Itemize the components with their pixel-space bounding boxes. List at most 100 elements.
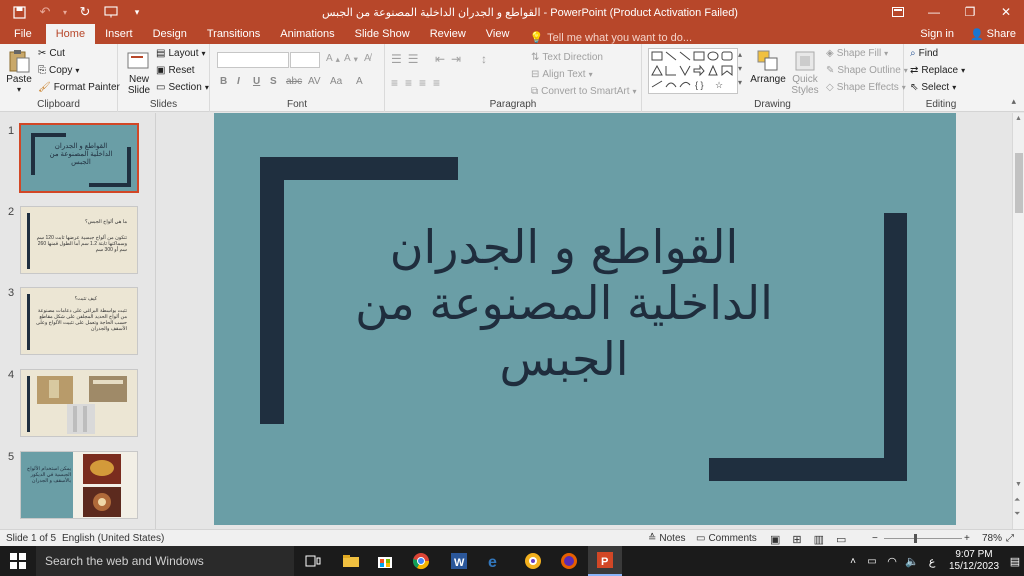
find-button[interactable]: ⌕ Find (910, 48, 938, 59)
notes-button[interactable]: ≙ Notes (648, 533, 686, 544)
customize-qat-icon[interactable]: ▾ (126, 2, 148, 22)
paste-button[interactable]: Paste ▾ (4, 48, 34, 94)
volume-icon[interactable]: 🔈 (902, 555, 922, 568)
zoom-level[interactable]: 78% (982, 533, 1002, 544)
reading-view-icon[interactable]: ▥ (814, 533, 824, 546)
replace-button[interactable]: ⇄ Replace ▾ (910, 65, 965, 76)
fit-slide-icon[interactable]: ⤢ (1006, 533, 1014, 544)
tab-view[interactable]: View (476, 24, 520, 44)
zoom-in-icon[interactable]: + (964, 533, 970, 544)
powerpoint-taskbar-icon[interactable]: P (588, 546, 622, 576)
thumbnail-slide[interactable]: القواطع و الجدران الداخلية المصنوعة من ا… (19, 123, 139, 193)
shape-effects-button[interactable]: ◇ Shape Effects ▾ (826, 82, 906, 93)
bullets-icon[interactable]: ☰☰ (391, 52, 425, 66)
arrange-button[interactable]: Arrange (750, 48, 786, 85)
language-indicator[interactable]: English (United States) (62, 533, 164, 544)
action-center-icon[interactable]: ▤ (1006, 555, 1024, 568)
bold-icon[interactable]: B (220, 76, 227, 87)
shapes-scroll-icon[interactable]: ▴ ▾ ▾ (738, 48, 742, 90)
show-hidden-icons-icon[interactable]: ˄ (844, 556, 862, 567)
input-language-indicator[interactable]: ع (922, 555, 942, 568)
section-button[interactable]: ▭ Section ▾ (156, 82, 209, 93)
comments-button[interactable]: ▭ Comments (696, 533, 757, 544)
shape-fill-button[interactable]: ◈ Shape Fill ▾ (826, 48, 888, 59)
alignment-icons[interactable]: ≡≡≡≡ (391, 76, 447, 90)
shapes-gallery[interactable]: { } ☆ (648, 48, 738, 94)
scroll-down-icon[interactable]: ▼ (1015, 481, 1022, 488)
tab-animations[interactable]: Animations (270, 24, 344, 44)
tab-transitions[interactable]: Transitions (197, 24, 270, 44)
file-explorer-icon[interactable] (334, 546, 368, 576)
tab-file[interactable]: File (0, 24, 46, 44)
convert-smartart-button[interactable]: ⧉ Convert to SmartArt ▾ (531, 86, 637, 97)
sign-in-link[interactable]: Sign in (920, 28, 954, 40)
edge-icon[interactable]: e (478, 546, 512, 576)
share-button[interactable]: 👤 Share (970, 28, 1016, 41)
zoom-slider[interactable] (884, 534, 962, 543)
previous-slide-icon[interactable]: ⏶ (1014, 495, 1020, 505)
task-view-icon[interactable] (296, 546, 330, 576)
character-spacing-icon[interactable]: AV (308, 76, 321, 87)
minimize-icon[interactable]: — (916, 0, 952, 24)
font-size-box[interactable] (290, 52, 320, 68)
chrome-icon[interactable] (404, 546, 438, 576)
scroll-up-icon[interactable]: ▲ (1015, 115, 1022, 122)
quick-styles-button[interactable]: Quick Styles (788, 48, 822, 96)
start-button[interactable] (0, 546, 36, 576)
select-button[interactable]: ⇖ Select ▾ (910, 82, 956, 93)
zoom-out-icon[interactable]: − (872, 533, 878, 544)
scroll-thumb[interactable] (1015, 153, 1023, 213)
normal-view-icon[interactable]: ▣ (770, 533, 780, 546)
thumbnail-5[interactable]: 5 يمكن استخدام الألواح الجبسية في الديكو… (0, 451, 150, 523)
thumbnail-slide[interactable]: يمكن استخدام الألواح الجبسية في الديكور … (20, 451, 138, 519)
clear-formatting-icon[interactable]: A̸ (364, 53, 371, 64)
store-icon[interactable] (368, 546, 402, 576)
restore-icon[interactable]: ❐ (952, 0, 988, 24)
save-icon[interactable] (8, 2, 30, 22)
cut-button[interactable]: ✂ Cut (38, 48, 65, 59)
slide-sorter-icon[interactable]: ⊞ (792, 533, 801, 546)
redo-icon[interactable]: ↻ (74, 2, 96, 22)
vertical-scrollbar[interactable]: ▲ ▼ ⏶ ⏷ (1012, 113, 1024, 529)
thumbnail-slide[interactable] (20, 369, 138, 437)
thumbnail-4[interactable]: 4 (0, 369, 150, 441)
tab-home[interactable]: Home (45, 24, 96, 44)
layout-button[interactable]: ▤ Layout ▾ (156, 48, 206, 59)
reset-button[interactable]: ▣ Reset (156, 65, 195, 76)
shape-outline-button[interactable]: ✎ Shape Outline ▾ (826, 65, 908, 76)
increase-font-icon[interactable]: A ▴ (326, 53, 340, 64)
next-slide-icon[interactable]: ⏷ (1014, 509, 1020, 519)
format-painter-button[interactable]: 🖌 Format Painter (38, 82, 120, 93)
thumbnail-slide[interactable]: ما هي ألواح الجبس؟ تتكون من ألواح جبسية … (20, 206, 138, 274)
browser-icon[interactable] (516, 546, 550, 576)
line-spacing-icon[interactable]: ↕ (481, 52, 487, 66)
copy-button[interactable]: ⎘ Copy ▾ (38, 65, 79, 76)
current-slide[interactable]: القواطع و الجدران الداخلية المصنوعة من ا… (214, 113, 956, 525)
italic-icon[interactable]: I (237, 76, 240, 87)
thumbnail-3[interactable]: 3 كيف تثبت؟ تثبت بواسطة البراغي على دعام… (0, 287, 150, 359)
slide-show-icon[interactable]: ▭ (836, 533, 846, 546)
firefox-icon[interactable] (552, 546, 586, 576)
font-color-icon[interactable]: A (356, 76, 363, 87)
shadow-icon[interactable]: S (270, 76, 277, 87)
new-slide-button[interactable]: New Slide (124, 48, 154, 96)
tell-me-box[interactable]: 💡 Tell me what you want to do... (519, 31, 692, 45)
ribbon-display-options-icon[interactable] (880, 0, 916, 24)
underline-icon[interactable]: U (253, 76, 260, 87)
wifi-icon[interactable]: ◠ (882, 555, 902, 568)
slide-title[interactable]: القواطع و الجدران الداخلية المصنوعة من ا… (334, 219, 794, 387)
align-text-button[interactable]: ⊟ Align Text ▾ (531, 69, 593, 80)
word-icon[interactable]: W (442, 546, 476, 576)
undo-dropdown-icon[interactable]: ▾ (60, 2, 70, 22)
text-direction-button[interactable]: ⇅ Text Direction (531, 52, 603, 63)
tab-review[interactable]: Review (420, 24, 476, 44)
thumbnail-slide[interactable]: كيف تثبت؟ تثبت بواسطة البراغي على دعامات… (20, 287, 138, 355)
font-name-box[interactable] (217, 52, 289, 68)
tab-insert[interactable]: Insert (95, 24, 143, 44)
thumbnail-1[interactable]: 1 القواطع و الجدران الداخلية المصنوعة من… (0, 123, 150, 197)
undo-icon[interactable]: ↶ (34, 2, 56, 22)
network-icon[interactable]: ▭ (862, 556, 882, 567)
thumbnail-2[interactable]: 2 ما هي ألواح الجبس؟ تتكون من ألواح جبسي… (0, 206, 150, 278)
change-case-icon[interactable]: Aa (330, 76, 342, 87)
zoom-slider-thumb[interactable] (914, 534, 917, 543)
